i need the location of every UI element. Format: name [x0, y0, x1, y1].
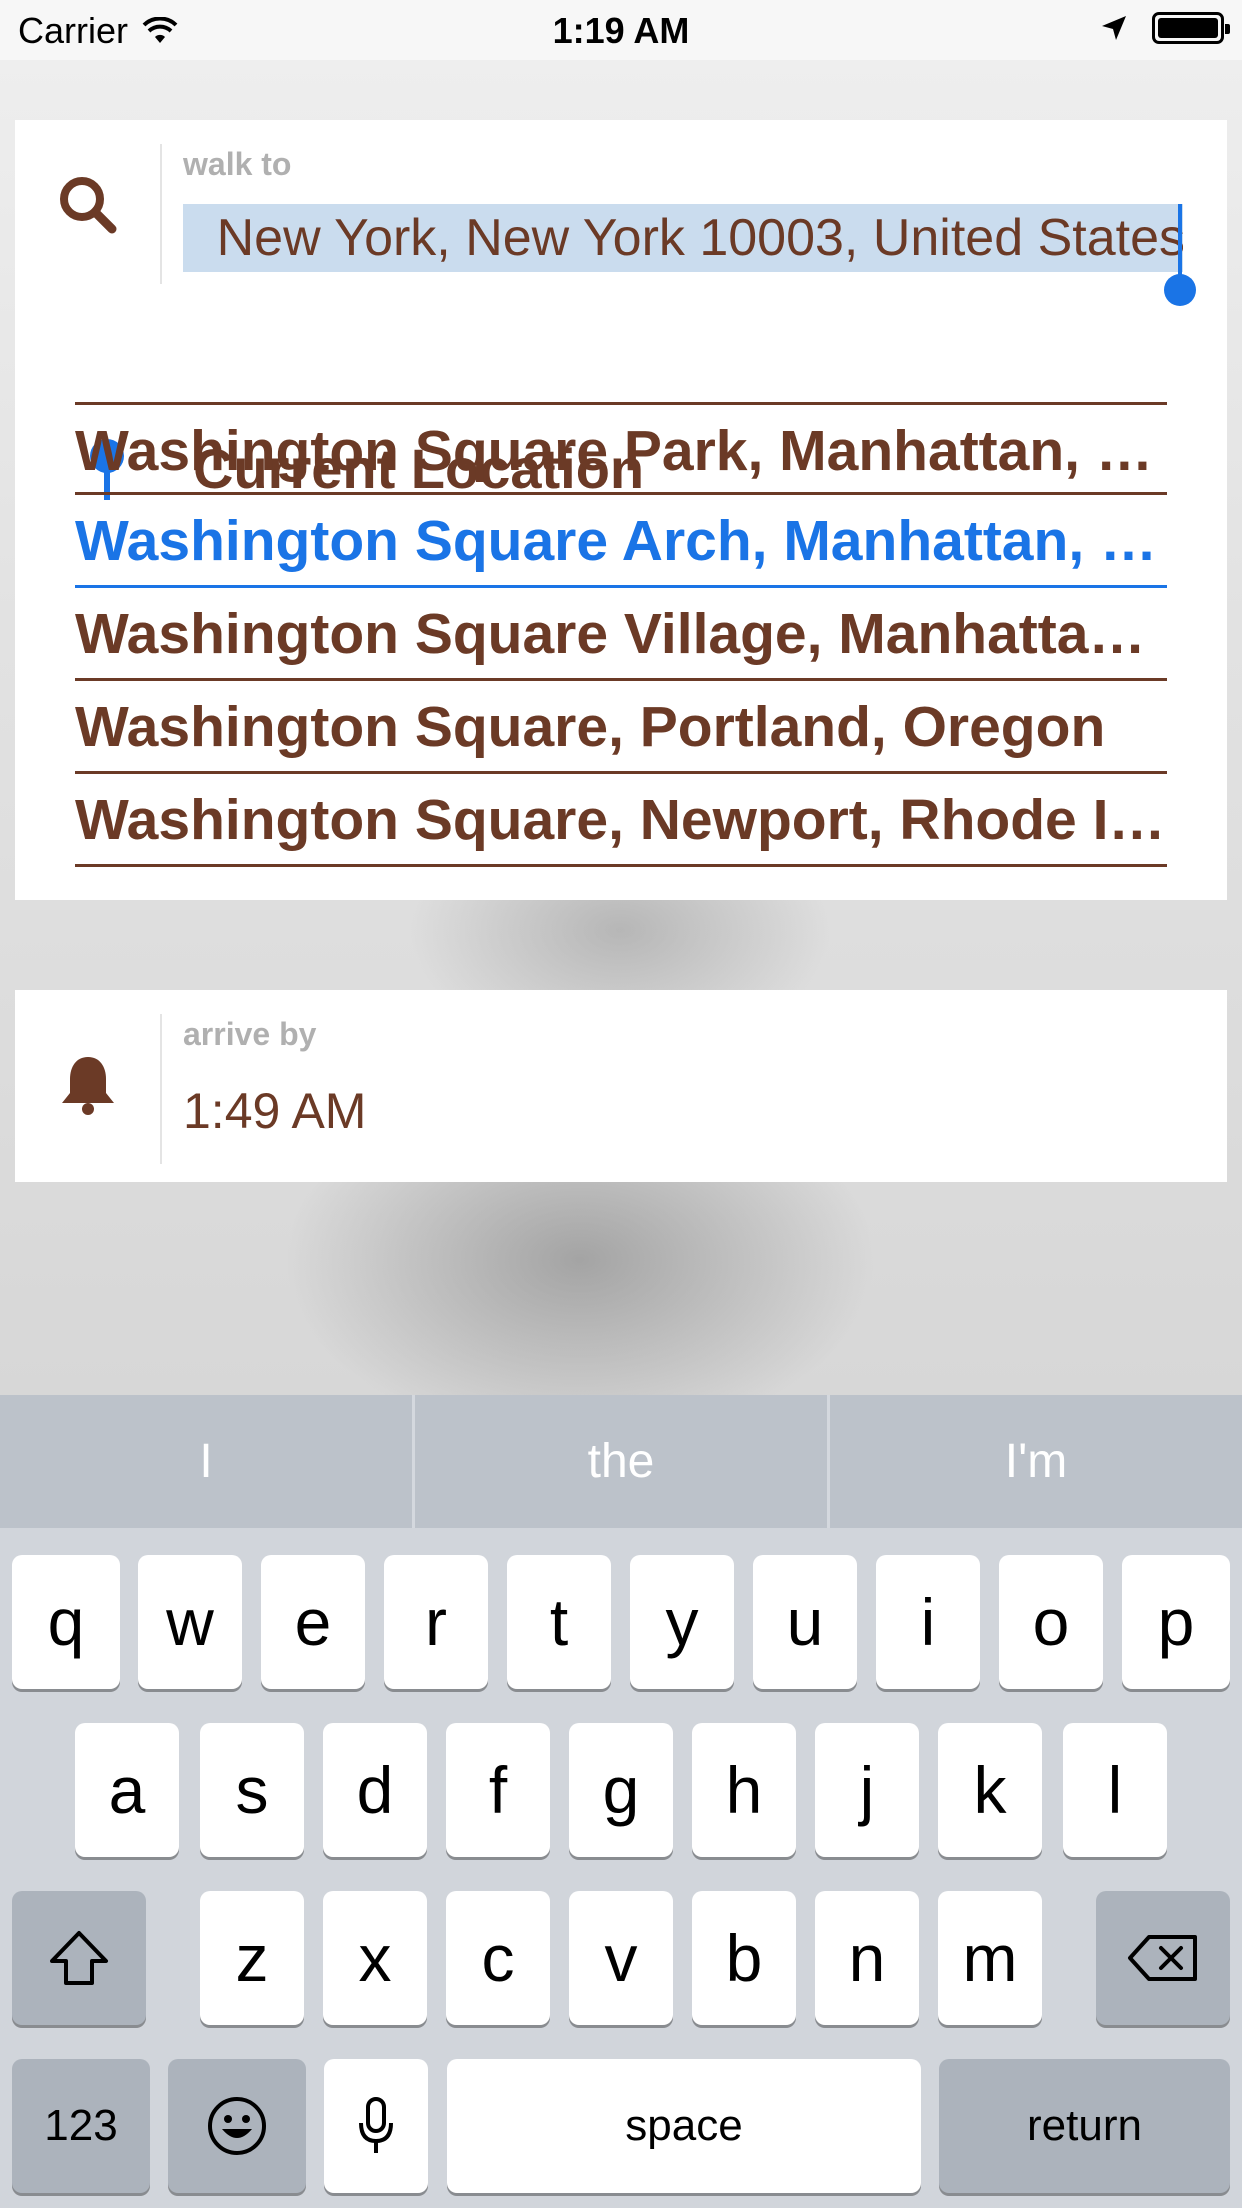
key-w[interactable]: w: [138, 1555, 242, 1689]
arrive-by-time[interactable]: 1:49 AM: [183, 1082, 366, 1140]
key-a[interactable]: a: [75, 1723, 179, 1857]
bell-icon: [61, 1057, 114, 1115]
key-u[interactable]: u: [753, 1555, 857, 1689]
key-q[interactable]: q: [12, 1555, 120, 1689]
keyboard: I the I'm q w e r t y u i o p a s d f g …: [0, 1395, 1242, 2208]
key-f[interactable]: f: [446, 1723, 550, 1857]
key-m[interactable]: m: [938, 1891, 1042, 2025]
search-icon-wrap: [15, 140, 160, 270]
shift-key[interactable]: [12, 1891, 146, 2025]
suggestion-item[interactable]: Washington Square, Newport, Rhode Island: [75, 774, 1167, 867]
key-z[interactable]: z: [200, 1891, 304, 2025]
key-v[interactable]: v: [569, 1891, 673, 2025]
emoji-icon: [208, 2097, 266, 2155]
status-bar: Carrier 1:19 AM: [0, 0, 1242, 60]
key-l[interactable]: l: [1063, 1723, 1167, 1857]
destination-input[interactable]: New York, New York 10003, United States: [183, 204, 1183, 272]
bell-icon-wrap: [15, 1010, 160, 1160]
destination-card: walk to New York, New York 10003, United…: [15, 120, 1227, 900]
status-right: [1100, 12, 1230, 44]
walk-to-label: walk to: [183, 146, 292, 182]
key-h[interactable]: h: [692, 1723, 796, 1857]
suggestion-list: Washington Square Park, Manhattan, New Y…: [75, 402, 1167, 867]
key-p[interactable]: p: [1122, 1555, 1230, 1689]
key-s[interactable]: s: [200, 1723, 304, 1857]
key-n[interactable]: n: [815, 1891, 919, 2025]
selection-handle[interactable]: [1164, 274, 1196, 306]
key-i[interactable]: i: [876, 1555, 980, 1689]
key-d[interactable]: d: [323, 1723, 427, 1857]
suggestion-item[interactable]: Washington Square Park, Manhattan, New Y…: [75, 402, 1167, 495]
key-e[interactable]: e: [261, 1555, 365, 1689]
battery-icon: [1152, 12, 1230, 44]
key-j[interactable]: j: [815, 1723, 919, 1857]
return-key[interactable]: return: [939, 2059, 1230, 2193]
space-key[interactable]: space: [447, 2059, 921, 2193]
search-icon: [59, 177, 116, 234]
key-y[interactable]: y: [630, 1555, 734, 1689]
prediction-2[interactable]: the: [415, 1395, 827, 1528]
microphone-icon: [359, 2097, 393, 2153]
delete-key[interactable]: [1096, 1891, 1230, 2025]
key-c[interactable]: c: [446, 1891, 550, 2025]
key-t[interactable]: t: [507, 1555, 611, 1689]
key-x[interactable]: x: [323, 1891, 427, 2025]
field-divider: [160, 1014, 162, 1164]
key-g[interactable]: g: [569, 1723, 673, 1857]
arrive-by-label: arrive by: [183, 1016, 317, 1052]
arrive-by-card[interactable]: arrive by 1:49 AM: [15, 990, 1227, 1182]
suggestion-item-highlighted[interactable]: Washington Square Arch, Manhattan, New Y…: [75, 495, 1167, 588]
field-divider: [160, 144, 162, 284]
numbers-key[interactable]: 123: [12, 2059, 150, 2193]
dictation-key[interactable]: [324, 2059, 428, 2193]
shift-icon: [50, 1931, 108, 1985]
suggestion-item[interactable]: Washington Square Village, Manhattan, Ne…: [75, 588, 1167, 681]
key-b[interactable]: b: [692, 1891, 796, 2025]
backspace-icon: [1128, 1935, 1197, 1981]
key-o[interactable]: o: [999, 1555, 1103, 1689]
predictive-bar: I the I'm: [0, 1395, 1242, 1528]
suggestion-item[interactable]: Washington Square, Portland, Oregon: [75, 681, 1167, 774]
status-time: 1:19 AM: [552, 10, 690, 51]
prediction-3[interactable]: I'm: [830, 1395, 1242, 1528]
destination-input-text: New York, New York 10003, United States: [216, 209, 1183, 267]
location-arrow-icon: [1102, 16, 1126, 40]
prediction-1[interactable]: I: [0, 1395, 412, 1528]
key-r[interactable]: r: [384, 1555, 488, 1689]
emoji-key[interactable]: [168, 2059, 306, 2193]
key-k[interactable]: k: [938, 1723, 1042, 1857]
